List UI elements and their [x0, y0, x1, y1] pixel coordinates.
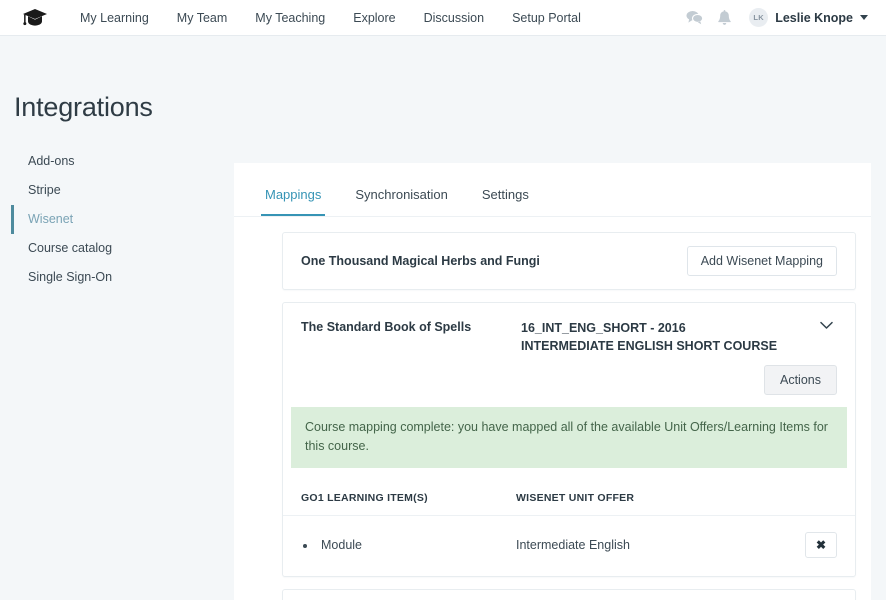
mappings-table: GO1 LEARNING ITEM(S) WISENET UNIT OFFER …	[283, 482, 855, 576]
sidebar-item-single-sign-on[interactable]: Single Sign-On	[11, 263, 234, 292]
chat-bubble-button[interactable]	[679, 3, 709, 33]
nav-link-discussion[interactable]: Discussion	[410, 0, 498, 36]
course-card: A History of Magic Add Wisenet Mapping	[282, 589, 856, 600]
sidebar-item-add-ons[interactable]: Add-ons	[11, 147, 234, 176]
page-body: Integrations Add-ons Stripe Wisenet Cour…	[0, 36, 886, 600]
mapping-code: 16_INT_ENG_SHORT - 2016	[521, 321, 686, 335]
list-item: Module	[317, 537, 500, 553]
bell-icon	[717, 9, 731, 25]
mapping-summary: 16_INT_ENG_SHORT - 2016 INTERMEDIATE ENG…	[521, 319, 815, 355]
table-row: Module Intermediate English ✖	[283, 516, 855, 577]
user-name-label[interactable]: Leslie Knope	[775, 11, 853, 25]
cell-actions: ✖	[789, 516, 855, 577]
add-wisenet-mapping-button[interactable]: Add Wisenet Mapping	[686, 246, 837, 276]
nav-link-explore[interactable]: Explore	[339, 0, 409, 36]
site-logo[interactable]	[18, 1, 52, 35]
graduation-cap-icon	[23, 8, 47, 26]
column-header-unit-offer: WISENET UNIT OFFER	[508, 482, 789, 516]
sidebar-item-stripe[interactable]: Stripe	[11, 176, 234, 205]
primary-nav-links: My Learning My Team My Teaching Explore …	[66, 0, 679, 36]
chevron-down-icon	[819, 321, 833, 329]
chat-bubble-icon	[686, 11, 703, 25]
learning-items-list: Module	[301, 537, 500, 553]
table-header-row: GO1 LEARNING ITEM(S) WISENET UNIT OFFER	[283, 482, 855, 516]
tab-synchronisation[interactable]: Synchronisation	[351, 187, 452, 216]
page-title: Integrations	[14, 92, 153, 122]
cell-unit-offer: Intermediate English	[516, 538, 630, 552]
mapping-name: INTERMEDIATE ENGLISH SHORT COURSE	[521, 339, 778, 353]
tab-mappings[interactable]: Mappings	[261, 187, 326, 216]
left-column: Integrations Add-ons Stripe Wisenet Cour…	[0, 36, 234, 600]
course-card-header: One Thousand Magical Herbs and Fungi Add…	[283, 233, 855, 289]
nav-link-my-teaching[interactable]: My Teaching	[241, 0, 339, 36]
remove-mapping-button[interactable]: ✖	[805, 532, 837, 558]
column-header-actions	[789, 482, 855, 516]
settings-sidebar: Add-ons Stripe Wisenet Course catalog Si…	[0, 147, 234, 292]
sidebar-item-course-catalog[interactable]: Course catalog	[11, 234, 234, 263]
content-panel: Mappings Synchronisation Settings One Th…	[234, 163, 871, 600]
actions-button[interactable]: Actions	[764, 365, 837, 395]
content-tabs: Mappings Synchronisation Settings	[234, 163, 871, 217]
actions-row: Actions	[283, 355, 855, 407]
course-card-header: A History of Magic Add Wisenet Mapping	[283, 590, 855, 600]
avatar[interactable]: LK	[749, 8, 769, 27]
caret-down-icon[interactable]	[860, 15, 868, 20]
column-header-learning-items: GO1 LEARNING ITEM(S)	[283, 482, 508, 516]
nav-link-my-learning[interactable]: My Learning	[66, 0, 163, 36]
course-card-header: The Standard Book of Spells 16_INT_ENG_S…	[283, 303, 855, 355]
course-card-expanded: The Standard Book of Spells 16_INT_ENG_S…	[282, 302, 856, 577]
nav-right-cluster: LK Leslie Knope	[679, 3, 870, 33]
top-navigation-bar: My Learning My Team My Teaching Explore …	[0, 0, 886, 36]
sidebar-item-wisenet[interactable]: Wisenet	[11, 205, 234, 234]
mappings-table-head: GO1 LEARNING ITEM(S) WISENET UNIT OFFER	[283, 482, 855, 516]
collapse-toggle-button[interactable]	[815, 319, 837, 355]
course-card: One Thousand Magical Herbs and Fungi Add…	[282, 232, 856, 290]
course-title: One Thousand Magical Herbs and Fungi	[301, 254, 540, 268]
course-mapping-list: One Thousand Magical Herbs and Fungi Add…	[234, 217, 871, 600]
course-title: The Standard Book of Spells	[301, 320, 472, 334]
mapping-complete-alert: Course mapping complete: you have mapped…	[291, 407, 847, 468]
tab-settings[interactable]: Settings	[478, 187, 533, 216]
notifications-button[interactable]	[709, 3, 739, 33]
mappings-table-body: Module Intermediate English ✖	[283, 516, 855, 577]
nav-link-setup-portal[interactable]: Setup Portal	[498, 0, 595, 36]
nav-link-my-team[interactable]: My Team	[163, 0, 241, 36]
cell-learning-items: Module	[283, 516, 508, 577]
